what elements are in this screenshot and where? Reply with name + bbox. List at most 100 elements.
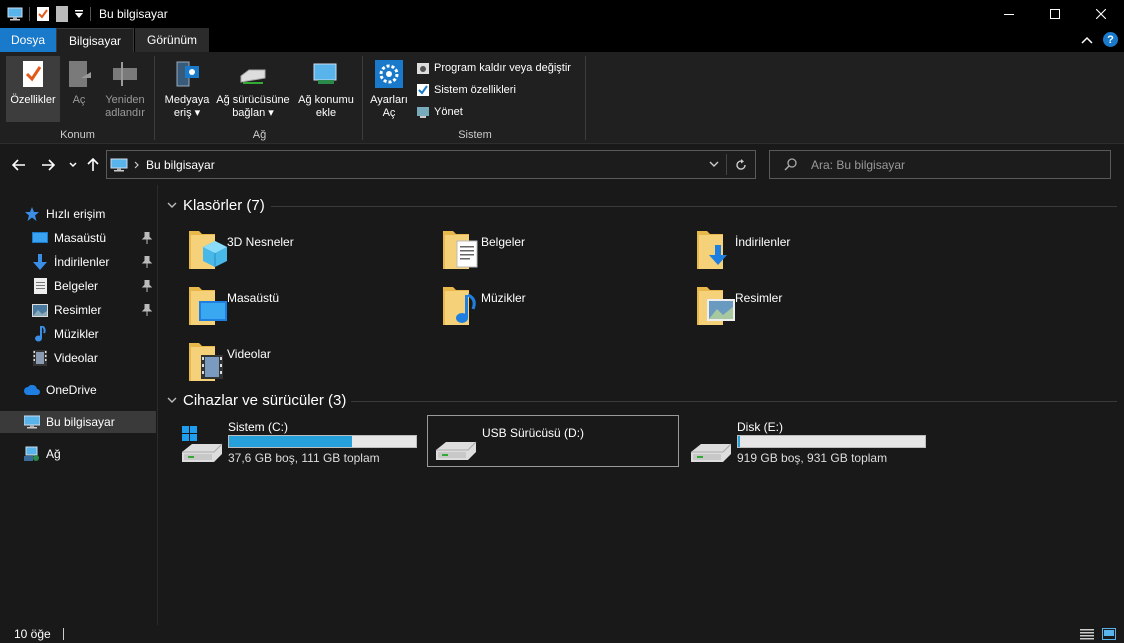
content-pane: Klasörler (7) 3D Nesneler Belgeler İndir… [159, 185, 1124, 625]
new-folder-icon[interactable] [56, 6, 68, 22]
maximize-icon [1050, 9, 1060, 19]
folder-item-3d-objects[interactable]: 3D Nesneler [181, 225, 435, 277]
search-box[interactable]: Ara: Bu bilgisayar [769, 150, 1111, 179]
rename-icon [113, 62, 137, 86]
rename-button[interactable]: Yeniden adlandır [98, 56, 152, 122]
music-note-icon [32, 326, 48, 342]
properties-icon[interactable] [36, 6, 50, 22]
sidebar-item-videos[interactable]: Videolar [32, 347, 156, 369]
folder-item-music[interactable]: Müzikler [435, 281, 689, 333]
drive-item-d[interactable]: USB Sürücüsü (D:) [427, 415, 679, 467]
folder-item-downloads[interactable]: İndirilenler [689, 225, 943, 277]
section-drives-header[interactable]: Cihazlar ve sürücüler (3) [167, 389, 1117, 411]
minimize-button[interactable] [986, 0, 1032, 28]
sidebar-item-this-pc[interactable]: Bu bilgisayar [0, 411, 156, 433]
add-network-location-button[interactable]: Ağ konumu ekle [292, 56, 360, 122]
manage-button[interactable]: Yönet [416, 102, 463, 122]
tab-file[interactable]: Dosya [0, 28, 56, 52]
up-button[interactable] [84, 157, 102, 173]
tab-view[interactable]: Görünüm [135, 28, 210, 52]
drive-item-c[interactable]: Sistem (C:) 37,6 GB boş, 111 GB toplam [174, 416, 426, 468]
collapse-ribbon-icon[interactable] [1081, 35, 1093, 45]
document-icon [32, 278, 48, 294]
rename-label-1: Yeniden [105, 94, 145, 106]
sidebar-label-desktop: Masaüstü [54, 231, 107, 245]
drive-item-e[interactable]: Disk (E:) 919 GB boş, 931 GB toplam [683, 416, 935, 468]
open-settings-label-2: Aç [382, 107, 396, 119]
large-icons-view-icon[interactable] [1102, 628, 1116, 640]
properties-button[interactable]: Özellikler [6, 56, 60, 122]
group-separator [154, 56, 155, 140]
add-location-label-1: Ağ konumu [298, 94, 354, 106]
section-folders-header[interactable]: Klasörler (7) [167, 194, 1117, 216]
maximize-button[interactable] [1032, 0, 1078, 28]
pin-icon[interactable] [142, 256, 152, 268]
sidebar-item-quick-access[interactable]: Hızlı erişim [24, 203, 154, 225]
drive-name: Sistem (C:) [228, 420, 288, 434]
sidebar-item-music[interactable]: Müzikler [32, 323, 156, 345]
recent-locations-button[interactable] [64, 157, 82, 173]
folder-item-videos[interactable]: Videolar [181, 337, 435, 389]
folder-item-pictures[interactable]: Resimler [689, 281, 943, 333]
search-icon [784, 158, 797, 171]
properties-label: Özellikler [10, 94, 56, 106]
folder-item-documents[interactable]: Belgeler [435, 225, 689, 277]
forward-button[interactable] [39, 157, 57, 173]
sidebar-item-pictures[interactable]: Resimler [32, 299, 156, 321]
pin-icon[interactable] [142, 232, 152, 244]
this-pc-icon [110, 158, 128, 171]
back-button[interactable] [10, 157, 28, 173]
navigation-pane: Hızlı erişim Masaüstü İndirilenler Belge… [0, 185, 158, 625]
sidebar-item-downloads[interactable]: İndirilenler [32, 251, 156, 273]
sidebar-label-network: Ağ [46, 447, 61, 461]
access-media-label-2: eriş ▾ [173, 107, 201, 119]
open-button[interactable]: Aç [62, 56, 96, 122]
breadcrumb-this-pc[interactable]: Bu bilgisayar [146, 158, 215, 172]
cloud-icon [24, 382, 40, 398]
settings-gear-icon [375, 60, 403, 88]
sidebar-label-downloads: İndirilenler [54, 255, 110, 269]
help-icon[interactable]: ? [1103, 32, 1118, 47]
address-bar[interactable]: Bu bilgisayar [106, 150, 756, 179]
close-button[interactable] [1078, 0, 1124, 28]
tab-computer[interactable]: Bilgisayar [56, 28, 135, 52]
sidebar-label-quick-access: Hızlı erişim [46, 207, 106, 221]
sidebar-item-desktop[interactable]: Masaüstü [32, 227, 156, 249]
system-properties-button[interactable]: Sistem özellikleri [416, 80, 516, 100]
sidebar-item-documents[interactable]: Belgeler [32, 275, 156, 297]
sidebar-label-this-pc: Bu bilgisayar [46, 415, 115, 429]
ribbon: Özellikler Aç Yeniden adlandır Konum Med… [0, 52, 1124, 144]
group-name-system: Sistem [458, 129, 492, 141]
access-media-button[interactable]: Medyaya eriş ▾ [160, 56, 214, 122]
properties-checklist-icon [23, 61, 43, 87]
manage-label: Yönet [434, 106, 463, 118]
group-separator [585, 56, 586, 140]
close-icon [1096, 9, 1106, 19]
up-arrow-icon [87, 158, 99, 171]
sidebar-label-videos: Videolar [54, 351, 98, 365]
uninstall-program-button[interactable]: Program kaldır veya değiştir [416, 58, 571, 78]
customize-dropdown-icon[interactable] [74, 9, 84, 19]
refresh-icon[interactable] [735, 159, 747, 171]
folder-name: 3D Nesneler [227, 235, 294, 249]
status-separator [62, 628, 64, 640]
item-count: 10 öğe [14, 627, 51, 641]
this-pc-icon [7, 7, 23, 21]
folder-3d-objects-icon [189, 231, 227, 269]
breadcrumb-chevron-icon[interactable] [134, 161, 140, 169]
address-dropdown-icon[interactable] [709, 161, 719, 168]
map-network-drive-button[interactable]: Ağ sürücüsüne bağlan ▾ [214, 56, 292, 122]
open-settings-button[interactable]: Ayarları Aç [368, 56, 410, 122]
folder-music-icon [443, 287, 476, 325]
forward-arrow-icon [42, 159, 55, 171]
sidebar-item-network[interactable]: Ağ [24, 443, 154, 465]
picture-icon [32, 302, 48, 318]
pin-icon[interactable] [142, 304, 152, 316]
status-bar: 10 öğe [0, 625, 1124, 643]
folder-item-desktop[interactable]: Masaüstü [181, 281, 435, 333]
sidebar-item-onedrive[interactable]: OneDrive [24, 379, 154, 401]
details-view-icon[interactable] [1080, 628, 1094, 640]
title-bar: Bu bilgisayar [0, 0, 1124, 28]
group-name-location: Konum [60, 129, 95, 141]
pin-icon[interactable] [142, 280, 152, 292]
